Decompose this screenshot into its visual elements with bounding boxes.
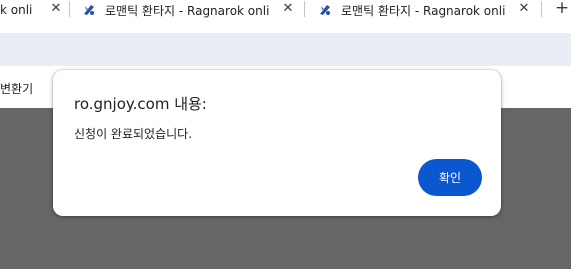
ragnarok-favicon-icon [84, 5, 94, 15]
tab-close-icon[interactable]: ✕ [48, 1, 64, 17]
tab-ragnarok-2[interactable]: 로맨틱 환타지 - Ragnarok onli [318, 0, 512, 20]
new-tab-button[interactable]: + [554, 0, 570, 18]
ok-button[interactable]: 확인 [418, 159, 482, 196]
tab-title: k onli [0, 3, 33, 17]
dialog-message: 신청이 완료되었습니다. [74, 127, 193, 141]
tab-divider [69, 1, 70, 17]
tab-divider [541, 1, 542, 17]
tab-ragnarok-1[interactable]: 로맨틱 환타지 - Ragnarok onli [82, 0, 274, 20]
tab-close-icon[interactable]: ✕ [516, 1, 532, 17]
tab-close-icon[interactable]: ✕ [280, 1, 296, 17]
address-toolbar [0, 33, 571, 66]
tab-strip: k onli ✕ 로맨틱 환타지 - Ragnarok onli ✕ 로맨틱 환… [0, 0, 571, 24]
bookmark-item[interactable]: 변환기 [0, 80, 33, 97]
alert-dialog: ro.gnjoy.com 내용: 신청이 완료되었습니다. 확인 [53, 70, 501, 216]
tab-partial[interactable]: k onli [0, 0, 42, 20]
tab-title: 로맨틱 환타지 - Ragnarok onli [341, 3, 506, 18]
tab-divider [304, 1, 305, 17]
dialog-title: ro.gnjoy.com 내용: [74, 95, 207, 113]
tab-title: 로맨틱 환타지 - Ragnarok onli [105, 3, 270, 18]
ragnarok-favicon-icon [320, 5, 330, 15]
